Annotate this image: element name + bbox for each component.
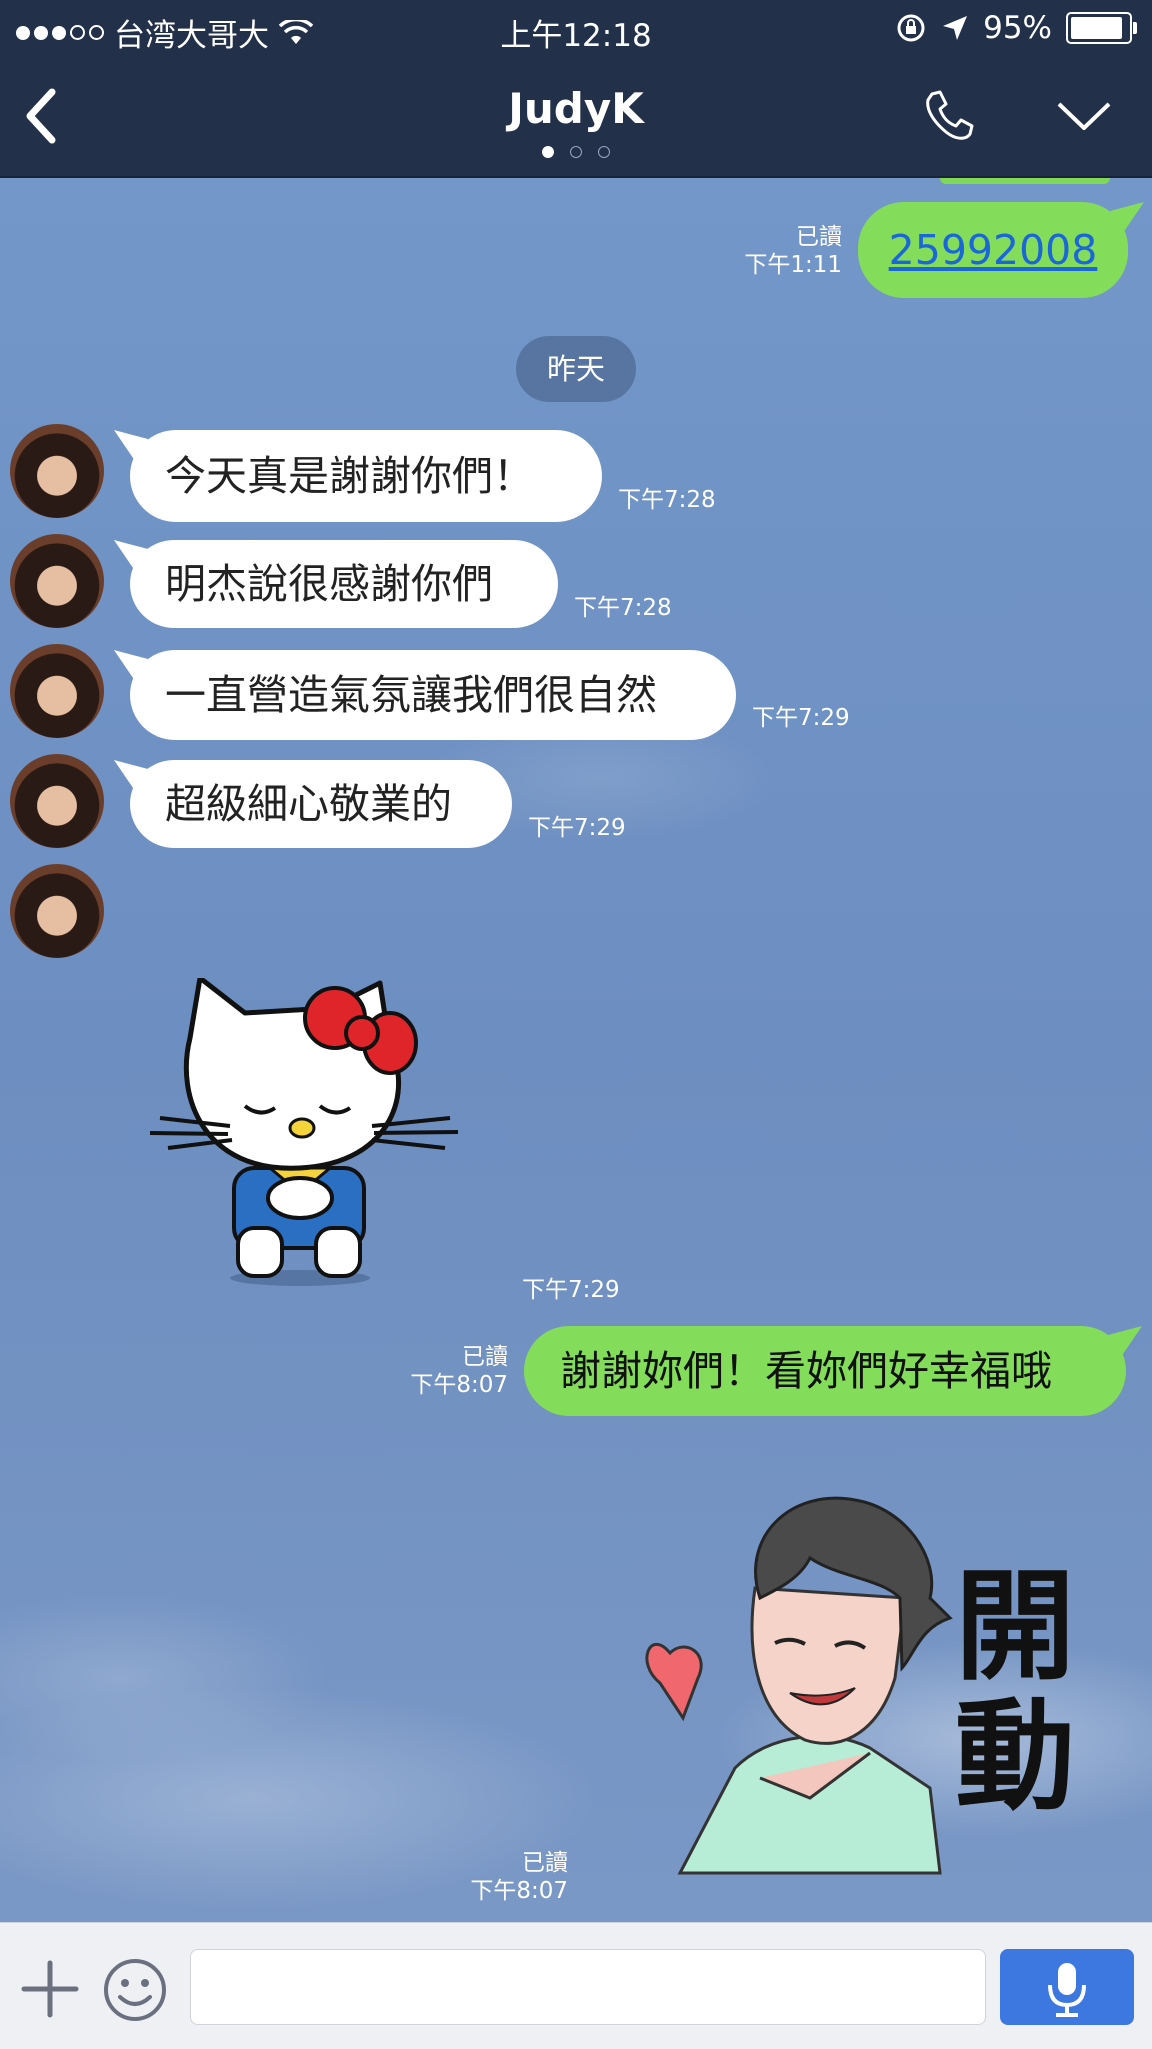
plus-icon[interactable] (20, 1959, 80, 2019)
incoming-message[interactable]: 明杰說很感謝你們 (130, 540, 558, 628)
message-time: 下午7:28 (618, 487, 716, 513)
message-time: 下午7:29 (522, 1277, 620, 1303)
sticker-caption-1: 開 (955, 1556, 1075, 1697)
page-dot (542, 146, 554, 158)
page-indicator (0, 146, 1152, 158)
phone-icon[interactable] (920, 88, 976, 144)
message-time: 下午7:29 (752, 705, 850, 731)
phone-number-link[interactable]: 25992008 (889, 229, 1098, 271)
incoming-message[interactable]: 一直營造氣氛讓我們很自然 (130, 650, 736, 740)
message-input[interactable] (190, 1949, 986, 2025)
smiley-icon[interactable] (102, 1957, 168, 2023)
avatar[interactable] (10, 864, 104, 958)
smiling-man-sticker[interactable]: 開 動 (640, 1478, 1100, 1878)
incoming-message[interactable]: 超級細心敬業的 (130, 760, 512, 848)
avatar[interactable] (10, 424, 104, 518)
rotation-lock-icon (897, 14, 925, 42)
outgoing-message[interactable]: 謝謝妳們！看妳們好幸福哦 (524, 1326, 1126, 1416)
avatar[interactable] (10, 754, 104, 848)
message-meta: 已讀 下午1:11 (720, 224, 842, 279)
message-time: 下午1:11 (744, 251, 842, 278)
read-receipt: 已讀 (796, 224, 842, 250)
voice-message-button[interactable] (1000, 1949, 1134, 2025)
avatar[interactable] (10, 534, 104, 628)
page-dot (598, 146, 610, 158)
message-meta: 已讀 下午8:07 (390, 1344, 508, 1399)
sticker-caption-2: 動 (955, 1686, 1075, 1827)
message-time: 下午8:07 (410, 1371, 508, 1398)
battery-percent: 95% (983, 10, 1052, 46)
chevron-down-icon[interactable] (1055, 98, 1113, 134)
battery-icon (1066, 12, 1137, 44)
microphone-icon (1048, 1963, 1086, 2017)
outgoing-message[interactable]: 25992008 (858, 202, 1128, 298)
message-time: 下午7:29 (528, 815, 626, 841)
hello-kitty-sticker[interactable] (150, 978, 470, 1288)
message-time: 下午7:28 (574, 595, 672, 621)
incoming-message[interactable]: 今天真是謝謝你們！ (130, 430, 602, 522)
date-separator: 昨天 (516, 336, 636, 402)
read-receipt: 已讀 (522, 1850, 568, 1876)
message-meta: 已讀 下午8:07 (450, 1850, 568, 1905)
chat-area[interactable]: 已讀 下午1:11 25992008 昨天 今天真是謝謝你們！ 下午7:28 明… (0, 178, 1152, 1922)
avatar[interactable] (10, 644, 104, 738)
chat-header: JudyK (0, 58, 1152, 178)
chat-title[interactable]: JudyK (0, 84, 1152, 133)
read-receipt: 已讀 (462, 1344, 508, 1370)
previous-bubble-edge (940, 178, 1110, 184)
status-bar: 台湾大哥大 上午12:18 95% (0, 0, 1152, 58)
input-bar (0, 1922, 1152, 2049)
message-time: 下午8:07 (470, 1877, 568, 1904)
page-dot (570, 146, 582, 158)
location-arrow-icon (943, 16, 968, 40)
